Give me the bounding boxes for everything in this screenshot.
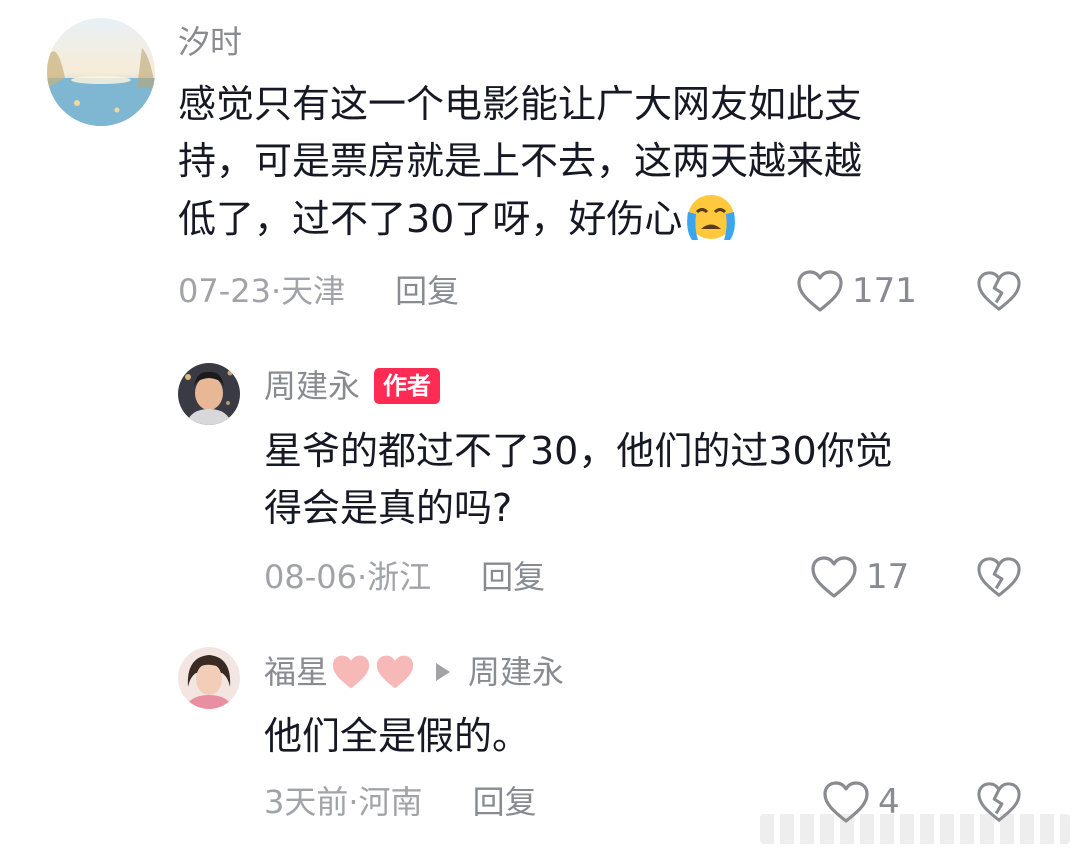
dislike-button[interactable]	[976, 270, 1022, 316]
loudly-crying-face-emoji	[682, 190, 740, 242]
pink-heart-emoji	[374, 653, 416, 691]
comment-location: 浙江	[367, 558, 432, 596]
avatar-landscape-image	[47, 18, 155, 126]
reply-button[interactable]: 回复	[481, 556, 545, 598]
comment-meta: 08-06 · 浙江 回复	[264, 556, 545, 598]
like-button[interactable]: 17	[810, 554, 909, 600]
comment-date: 07-23	[178, 272, 271, 310]
reply-button[interactable]: 回复	[395, 270, 459, 312]
avatar-person-image	[178, 363, 240, 425]
comment-text-line: 他们全是假的。	[264, 714, 531, 758]
comment-location: 河南	[358, 783, 423, 821]
avatar[interactable]	[47, 18, 155, 126]
heart-icon	[811, 556, 857, 598]
meta-separator: ·	[356, 558, 368, 596]
like-count: 171	[852, 271, 917, 311]
username[interactable]: 周建永 作者	[264, 366, 441, 406]
comment-meta: 3天前 · 河南 回复	[264, 781, 537, 823]
like-button[interactable]: 171	[796, 268, 917, 314]
username[interactable]: 福星 周建永	[264, 650, 564, 694]
comment-text: 星爷的都过不了30，他们的过30你觉 得会是真的吗?	[264, 423, 1044, 537]
username-text: 汐时	[178, 23, 243, 61]
watermark	[760, 814, 1070, 844]
comment-date: 08-06	[264, 558, 357, 596]
comment-date: 3天前	[264, 783, 349, 821]
comment-text-line: 星爷的都过不了30，他们的过30你觉	[264, 429, 893, 473]
reply-to-username[interactable]: 周建永	[468, 650, 564, 694]
comment-text-line: 低了，过不了30了呀，好伤心	[178, 190, 1018, 248]
username-text: 福星	[264, 653, 329, 691]
pink-heart-emoji	[330, 653, 372, 691]
comment-text-line-content: 低了，过不了30了呀，好伤心	[178, 197, 683, 241]
username-text: 周建永	[264, 367, 361, 405]
comment-text-line: 感觉只有这一个电影能让广大网友如此支	[178, 82, 863, 126]
avatar-person-image	[178, 647, 240, 709]
comment-text-line: 持，可是票房就是上不去，这两天越来越	[178, 139, 863, 183]
comment-text: 感觉只有这一个电影能让广大网友如此支 持，可是票房就是上不去，这两天越来越 低了…	[178, 76, 1018, 248]
comment-meta: 07-23 · 天津 回复	[178, 270, 459, 312]
broken-heart-icon	[977, 271, 1021, 311]
avatar[interactable]	[178, 363, 240, 425]
meta-separator: ·	[348, 783, 359, 821]
dislike-button[interactable]	[976, 556, 1022, 602]
reply-button[interactable]: 回复	[473, 781, 537, 823]
comment-location: 天津	[281, 272, 346, 310]
reply-to-arrow-icon	[436, 663, 451, 681]
heart-icon	[797, 270, 843, 312]
comment-text-line: 得会是真的吗?	[264, 486, 513, 530]
username[interactable]: 汐时	[178, 22, 242, 62]
meta-separator: ·	[270, 272, 282, 310]
avatar[interactable]	[178, 647, 240, 709]
like-count: 17	[866, 557, 910, 597]
comment-text: 他们全是假的。	[264, 708, 964, 765]
author-badge: 作者	[374, 368, 441, 404]
broken-heart-icon	[977, 557, 1021, 597]
